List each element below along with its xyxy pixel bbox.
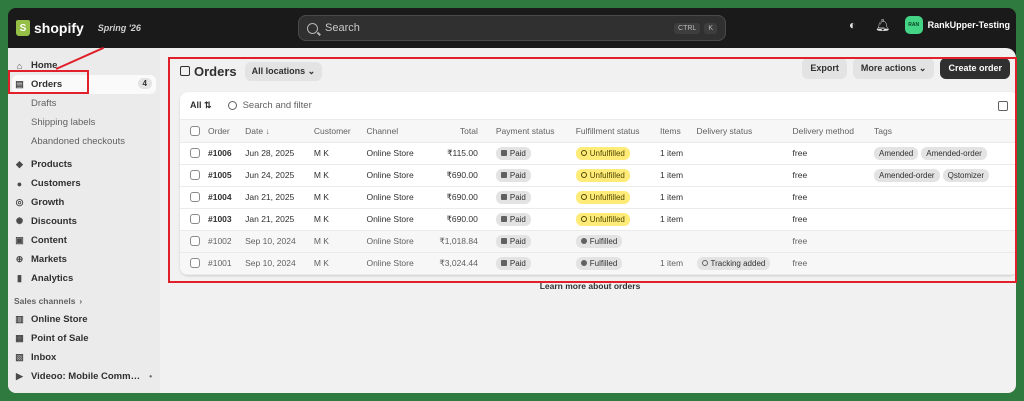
inbox-icon: ▧ [15, 352, 24, 362]
orders-page-highlight-box [168, 57, 1017, 283]
analytics-icon: ▮ [17, 273, 22, 283]
kbd-ctrl: CTRL [674, 22, 701, 34]
discount-icon: ✺ [15, 216, 24, 226]
growth-icon: ◎ [15, 197, 24, 207]
sidebar-item-label: Online Store [31, 314, 88, 325]
sidebar-item-label: Discounts [31, 216, 77, 227]
sales-channels-header[interactable]: Sales channels › [8, 292, 160, 310]
sidebar-item-inbox[interactable]: ▧ Inbox [8, 348, 160, 367]
person-icon: ● [16, 178, 23, 189]
store-name: RankUpper-Testing [927, 20, 1010, 30]
sidebar-item-label: Inbox [31, 352, 57, 363]
search-placeholder: Search [325, 22, 360, 34]
section-label: Sales channels [14, 296, 76, 306]
globe-icon: ⊕ [15, 254, 24, 264]
bell-icon[interactable]: 🔔︎ [875, 17, 891, 33]
sidebar-item-online-store[interactable]: ▥ Online Store [8, 310, 160, 329]
sidebar-item-growth[interactable]: ◎ Growth [8, 193, 160, 212]
sidebar-item-analytics[interactable]: ▮ Analytics [8, 269, 160, 288]
sidebar-item-customers[interactable]: ● Customers [8, 174, 160, 193]
sidebar-item-discounts[interactable]: ✺ Discounts [8, 212, 160, 231]
store-icon: ▥ [15, 314, 24, 324]
pos-icon: ▦ [15, 333, 24, 343]
top-right-controls: ◐ 🔔︎ RAN RankUpper-Testing [845, 16, 1010, 34]
search-icon [307, 22, 318, 34]
more-dot-icon[interactable]: • [149, 372, 152, 381]
sidebar-item-shipping-labels[interactable]: Shipping labels [8, 113, 160, 132]
global-search[interactable]: Search CTRL K [298, 15, 726, 41]
sidebar-item-markets[interactable]: ⊕ Markets [8, 250, 160, 269]
orders-count-badge: 4 [137, 78, 152, 89]
kbd-k: K [704, 22, 717, 34]
store-avatar: RAN [904, 16, 923, 34]
sidebar-item-label: Growth [31, 197, 65, 208]
sidebar-item-products[interactable]: ◆ Products [8, 155, 160, 174]
shopify-logo[interactable]: S shopify Spring '26 [16, 20, 141, 36]
content-icon: ▣ [15, 235, 24, 245]
sidebar-item-label: Content [31, 235, 67, 246]
tag-icon: ◆ [16, 159, 23, 169]
sidebar: ⌂ Home ▤ Orders 4 Drafts Shipping labels… [8, 48, 160, 393]
top-bar: S shopify Spring '26 Search CTRL K ◐ 🔔︎ … [8, 8, 1016, 48]
sidebar-item-point-of-sale[interactable]: ▦ Point of Sale [8, 329, 160, 348]
store-switcher[interactable]: RAN RankUpper-Testing [904, 16, 1010, 34]
sidebar-item-drafts[interactable]: Drafts [8, 94, 160, 113]
sidebar-item-label: Products [31, 159, 73, 170]
sidekick-icon[interactable]: ◐ [845, 17, 861, 33]
sidebar-item-label: Point of Sale [31, 333, 89, 344]
sidebar-item-content[interactable]: ▣ Content [8, 231, 160, 250]
sidebar-item-videoo[interactable]: ▶ Videoo: Mobile Comm… • [8, 367, 160, 386]
sidebar-item-label: Videoo: Mobile Comm… [31, 371, 141, 382]
play-icon: ▶ [16, 371, 23, 381]
sidebar-item-abandoned-checkouts[interactable]: Abandoned checkouts [8, 132, 160, 151]
brand-name: shopify [34, 20, 84, 36]
orders-highlight-box [8, 70, 89, 94]
sidebar-item-label: Markets [31, 254, 67, 265]
shopify-bag-icon: S [16, 20, 30, 36]
sidebar-item-label: Analytics [31, 273, 74, 284]
edition-label[interactable]: Spring '26 [98, 23, 141, 33]
sidebar-item-label: Customers [31, 178, 81, 189]
chevron-right-icon: › [79, 296, 83, 306]
